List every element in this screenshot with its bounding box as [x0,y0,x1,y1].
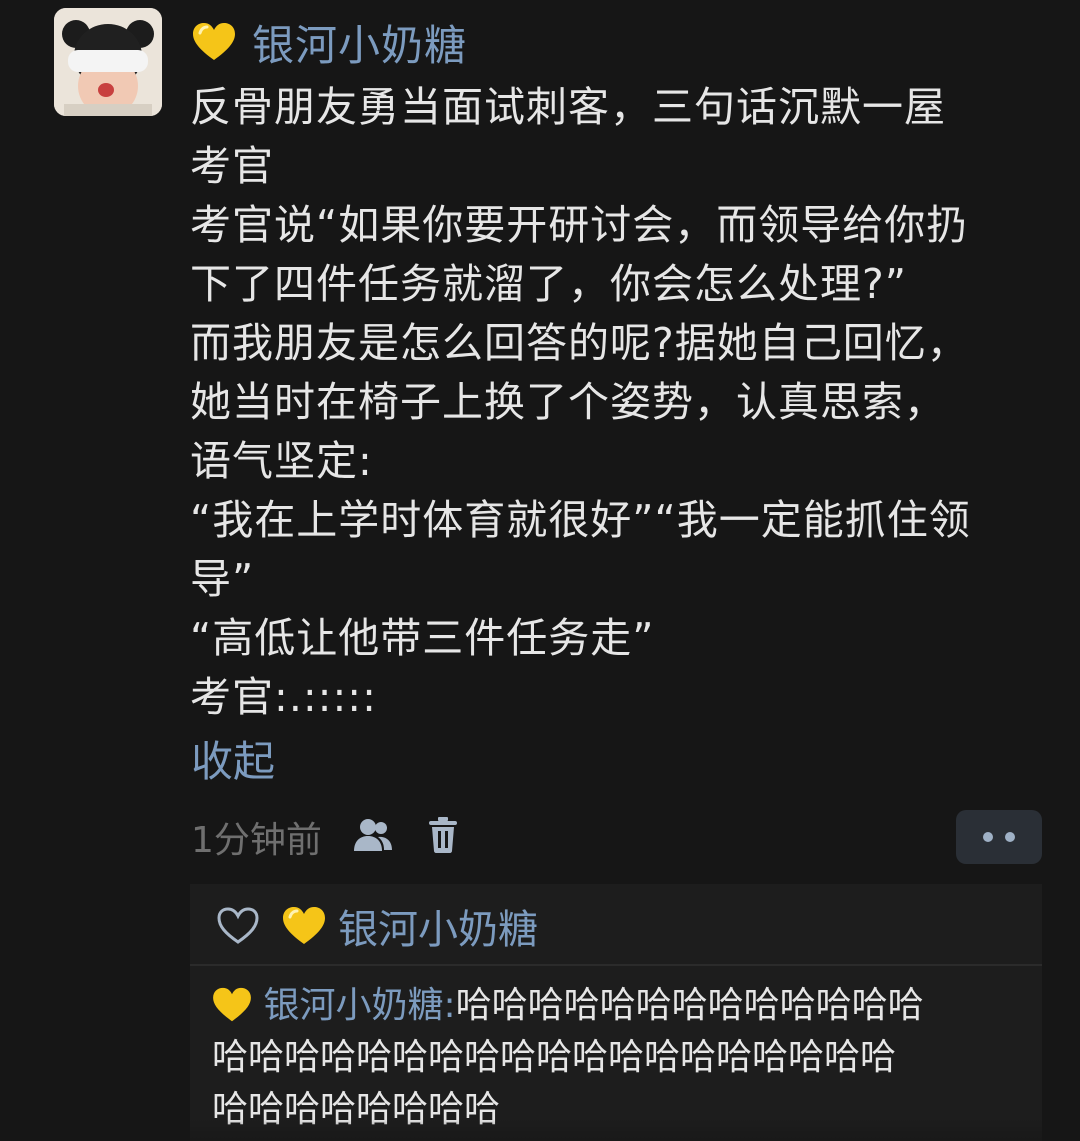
body-line: “我在上学时体育就很好”“我一定能抓住领 [190,496,971,544]
reply-author[interactable]: 银河小奶糖: [263,985,455,1026]
comment-meta: 1分钟前 [191,812,460,862]
body-line: 而我朋友是怎么回答的呢?据她自己回忆， [190,319,969,367]
more-button[interactable] [956,810,1042,864]
liker-name[interactable]: 银河小奶糖 [338,897,538,955]
divider [190,964,1042,966]
more-icon [983,832,1015,842]
author-name[interactable]: 银河小奶糖 [252,12,467,73]
like-row: 银河小奶糖 [216,898,538,954]
comment-screen: 银河小奶糖 反骨朋友勇当面试刺客，三句话沉默一屋 考官 考官说“如果你要开研讨会… [0,0,1080,1141]
body-line: 下了四件任务就溜了，你会怎么处理?” [190,260,908,308]
collapse-link[interactable]: 收起 [191,734,275,790]
body-line: 反骨朋友勇当面试刺客，三句话沉默一屋 [190,83,946,131]
body-line: 她当时在椅子上换了个姿势，认真思索， [190,378,946,426]
yellow-heart-icon [193,23,235,60]
user-icon[interactable] [352,817,396,857]
yellow-heart-icon [213,987,251,1022]
bottom-fade [0,1119,1080,1141]
author-row[interactable]: 银河小奶糖 [192,14,467,70]
body-line: 导” [190,555,255,603]
comment-body: 反骨朋友勇当面试刺客，三句话沉默一屋 考官 考官说“如果你要开研讨会，而领导给你… [190,78,1050,727]
heart-outline-icon[interactable] [216,906,260,946]
reply-panel: 银河小奶糖 银河小奶糖:哈哈哈哈哈哈哈哈哈哈哈哈哈 哈哈哈哈哈哈哈哈哈哈哈哈哈哈… [190,884,1042,1141]
avatar[interactable] [54,8,162,116]
body-line: 语气坚定: [190,437,373,485]
body-line: “高低让他带三件任务走” [190,614,655,662]
avatar-image [54,8,162,116]
reply-line: 银河小奶糖:哈哈哈哈哈哈哈哈哈哈哈哈哈 [212,980,1022,1032]
body-line: 考官:.::::: [190,673,377,721]
reply[interactable]: 银河小奶糖:哈哈哈哈哈哈哈哈哈哈哈哈哈 哈哈哈哈哈哈哈哈哈哈哈哈哈哈哈哈哈哈哈 … [212,980,1022,1136]
reply-line: 哈哈哈哈哈哈哈哈哈哈哈哈哈哈哈哈哈哈哈 [212,1037,897,1078]
body-line: 考官说“如果你要开研讨会，而领导给你扔 [190,201,969,249]
reply-text: 哈哈哈哈哈哈哈哈哈哈哈哈哈 [455,985,924,1026]
yellow-heart-icon [283,907,325,944]
body-line: 考官 [190,142,274,190]
timestamp: 1分钟前 [191,820,322,861]
trash-icon[interactable] [426,816,460,858]
